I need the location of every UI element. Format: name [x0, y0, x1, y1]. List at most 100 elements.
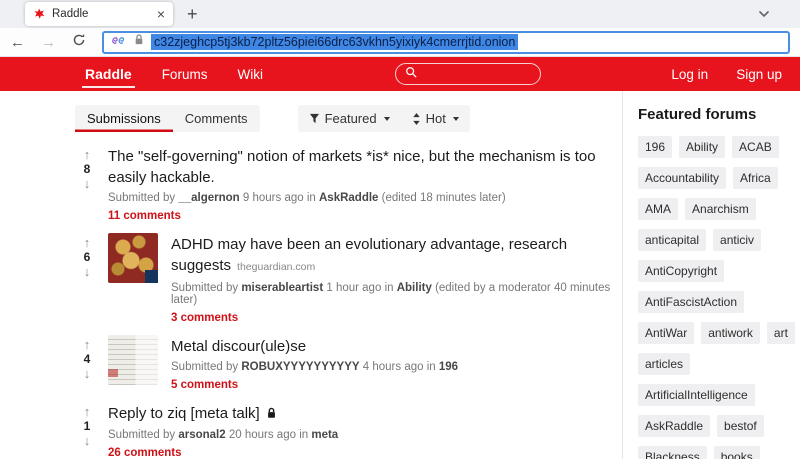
meta-submitted: Submitted by: [108, 429, 176, 441]
vote-column: ↑ 8 ↓: [75, 145, 99, 192]
downvote-button[interactable]: ↓: [84, 366, 91, 382]
post-row: ↑ 6 ↓ ADHD may have been an evolutionary…: [75, 233, 620, 326]
tab-strip: Raddle × +: [0, 0, 800, 28]
meta-forum[interactable]: 196: [439, 361, 458, 373]
address-toolbar: ← → c32zjeghcp5tj3kb72pltz56piei66drc63v…: [0, 28, 800, 57]
post-title[interactable]: The "self-governing" notion of markets *…: [108, 148, 596, 186]
padlock-icon[interactable]: [134, 33, 144, 51]
meta-submitted: Submitted by: [171, 282, 239, 294]
featured-filter-dropdown[interactable]: Featured: [298, 105, 401, 132]
search-icon: [405, 65, 417, 83]
post-meta: Submitted by ROBUXYYYYYYYYYY 4 hours ago…: [171, 361, 620, 373]
comments-link[interactable]: 26 comments: [108, 447, 182, 459]
browser-tab[interactable]: Raddle ×: [25, 2, 173, 26]
signup-link[interactable]: Sign up: [736, 67, 782, 82]
upvote-button[interactable]: ↑: [84, 147, 91, 163]
nav-link-wiki[interactable]: Wiki: [237, 67, 263, 82]
post-title[interactable]: Reply to ziq [meta talk]: [108, 405, 260, 422]
page-body: Submissions Comments Featured Hot ↑ 8 ↓ …: [0, 91, 800, 459]
comments-link[interactable]: 11 comments: [108, 210, 181, 222]
site-navbar: Raddle Forums Wiki Log in Sign up: [0, 57, 800, 91]
post-body: Reply to ziq [meta talk] Submitted by ar…: [108, 402, 608, 459]
post-thumbnail[interactable]: [108, 335, 158, 385]
vote-score: 4: [83, 351, 91, 366]
forum-tag[interactable]: AntiFascistAction: [638, 291, 745, 313]
post-title[interactable]: Metal discour(ule)se: [171, 338, 306, 355]
search-input[interactable]: [395, 63, 541, 85]
downvote-button[interactable]: ↓: [84, 264, 91, 280]
tab-submissions[interactable]: Submissions: [75, 105, 173, 132]
tor-circuit-icon[interactable]: [110, 33, 127, 51]
post-body: Metal discour(ule)se Submitted by ROBUXY…: [171, 335, 620, 393]
meta-time: 1 hour ago: [326, 282, 382, 294]
upvote-button[interactable]: ↑: [84, 235, 91, 251]
forum-tag[interactable]: Accountability: [638, 167, 727, 189]
meta-user[interactable]: arsonal2: [178, 429, 225, 441]
forum-tag[interactable]: books: [713, 446, 760, 459]
meta-forum[interactable]: AskRaddle: [319, 192, 378, 204]
url-text-selected[interactable]: c32zjeghcp5tj3kb72pltz56piei66drc63vkhn5…: [151, 34, 519, 50]
post-row: ↑ 4 ↓ Metal discour(ule)se Submitted by …: [75, 335, 620, 393]
forum-tag[interactable]: bestof: [717, 415, 764, 437]
meta-forum[interactable]: meta: [311, 429, 338, 441]
tab-title: Raddle: [52, 8, 89, 20]
chevron-down-icon: [383, 116, 390, 121]
nav-link-forums[interactable]: Forums: [162, 67, 208, 82]
post-meta: Submitted by miserableartist 1 hour ago …: [171, 282, 620, 306]
nav-brand-raddle[interactable]: Raddle: [82, 57, 135, 91]
meta-user[interactable]: ROBUXYYYYYYYYYY: [241, 361, 359, 373]
meta-in: in: [384, 282, 394, 294]
vote-column: ↑ 6 ↓: [75, 233, 99, 280]
forum-tag[interactable]: art: [766, 322, 795, 344]
forum-tag[interactable]: AntiCopyright: [638, 260, 725, 282]
tab-comments[interactable]: Comments: [173, 105, 260, 132]
meta-in: in: [426, 361, 436, 373]
browser-window: Raddle × + ← → c32zjeghcp5tj3kb72pltz56p…: [0, 0, 800, 459]
vote-score: 6: [83, 249, 91, 264]
forum-tag[interactable]: antiwork: [701, 322, 760, 344]
back-button[interactable]: ←: [10, 35, 25, 50]
comments-link[interactable]: 5 comments: [171, 379, 238, 391]
post-list: ↑ 8 ↓ The "self-governing" notion of mar…: [75, 145, 620, 459]
hot-sort-dropdown[interactable]: Hot: [401, 105, 470, 132]
comments-link[interactable]: 3 comments: [171, 312, 238, 324]
forum-tag[interactable]: anticapital: [638, 229, 707, 251]
new-tab-button[interactable]: +: [187, 5, 198, 23]
tab-close-icon[interactable]: ×: [157, 7, 165, 21]
post-body: The "self-governing" notion of markets *…: [108, 145, 608, 224]
forward-button: →: [41, 33, 56, 51]
reload-button[interactable]: [72, 33, 86, 52]
forum-tag[interactable]: ACAB: [732, 136, 779, 158]
forum-tag[interactable]: articles: [638, 353, 691, 375]
list-tabs-chevron-icon[interactable]: [758, 10, 770, 18]
forum-tag[interactable]: Ability: [679, 136, 726, 158]
downvote-button[interactable]: ↓: [84, 176, 91, 192]
forum-tag[interactable]: Anarchism: [685, 198, 756, 220]
forum-tag[interactable]: 196: [638, 136, 673, 158]
post-domain: theguardian.com: [237, 261, 316, 273]
featured-forums-sidebar: Featured forums 196 Ability ACAB Accountabi…: [638, 91, 796, 459]
auth-links: Log in Sign up: [671, 67, 782, 82]
post-thumbnail[interactable]: [108, 233, 158, 283]
forum-tag[interactable]: ArtificialIntelligence: [638, 384, 755, 406]
meta-submitted: Submitted by: [108, 192, 176, 204]
meta-user[interactable]: __algernon: [178, 192, 239, 204]
upvote-button[interactable]: ↑: [84, 337, 91, 353]
forum-tag[interactable]: Africa: [733, 167, 778, 189]
downvote-button[interactable]: ↓: [84, 433, 91, 449]
forum-tag[interactable]: AntiWar: [638, 322, 695, 344]
upvote-button[interactable]: ↑: [84, 404, 91, 420]
login-link[interactable]: Log in: [671, 67, 708, 82]
post-title[interactable]: ADHD may have been an evolutionary advan…: [171, 236, 567, 274]
meta-time: 20 hours ago: [228, 429, 296, 441]
meta-user[interactable]: miserableartist: [241, 282, 323, 294]
vote-score: 8: [83, 161, 91, 176]
forum-tag[interactable]: AMA: [638, 198, 679, 220]
forum-tag[interactable]: Blackness: [638, 446, 707, 459]
meta-forum[interactable]: Ability: [397, 282, 432, 294]
url-bar[interactable]: c32zjeghcp5tj3kb72pltz56piei66drc63vkhn5…: [102, 30, 790, 54]
forum-tag[interactable]: AskRaddle: [638, 415, 711, 437]
forum-tag[interactable]: anticiv: [713, 229, 762, 251]
content-tabs: Submissions Comments: [75, 105, 260, 132]
filter-buttons: Featured Hot: [297, 105, 470, 132]
